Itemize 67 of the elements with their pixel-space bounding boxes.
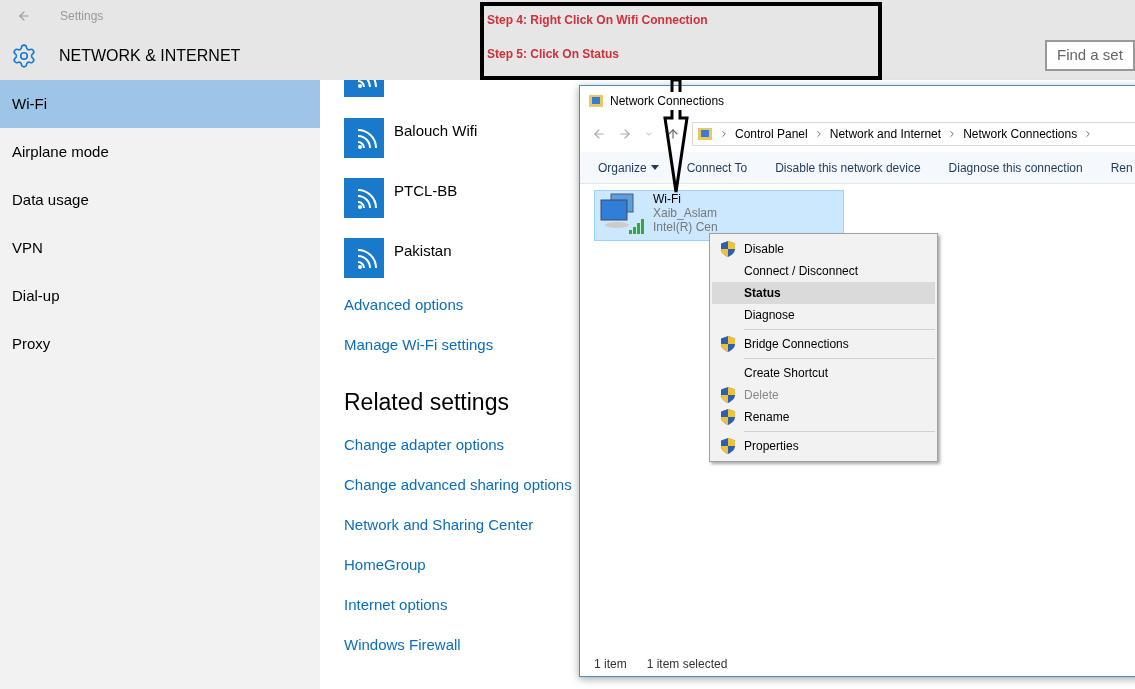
toolbar-button[interactable]: Disable this network device — [775, 158, 921, 177]
breadcrumb-item[interactable]: Network and Internet — [829, 125, 942, 143]
section-title: NETWORK & INTERNET — [59, 46, 241, 66]
menu-item[interactable]: Disable — [712, 238, 935, 260]
network-computer-icon — [599, 192, 645, 236]
toolbar-button[interactable]: Ren — [1110, 158, 1133, 177]
sidebar-item[interactable]: Dial-up — [0, 272, 320, 320]
sidebar-item[interactable]: Proxy — [0, 320, 320, 368]
toolbar-button[interactable]: Connect To — [686, 158, 748, 177]
toolbar-button[interactable]: Diagnose this connection — [948, 158, 1083, 177]
sidebar-item[interactable]: Wi-Fi — [0, 80, 320, 128]
sidebar-item[interactable]: Data usage — [0, 176, 320, 224]
settings-link[interactable]: Windows Firewall — [344, 633, 572, 655]
back-icon[interactable] — [17, 9, 31, 23]
section-heading: Related settings — [344, 388, 510, 417]
network-folder-icon — [588, 93, 604, 109]
settings-link[interactable]: Manage Wi-Fi settings — [344, 334, 572, 355]
menu-item[interactable]: Bridge Connections — [712, 333, 935, 355]
shield-icon — [721, 438, 735, 454]
menu-item[interactable]: Properties — [712, 435, 935, 457]
step-text: Step 4: Right Click On Wifi Connection — [487, 12, 709, 28]
settings-icon — [11, 43, 37, 69]
wifi-icon — [344, 238, 384, 278]
breadcrumb-item[interactable]: Control Panel — [735, 125, 808, 143]
wifi-icon — [344, 178, 384, 218]
menu-item[interactable]: Create Shortcut — [712, 362, 935, 384]
connection-adapter: Intel(R) Cen — [653, 220, 718, 234]
step-text: Step 5: Click On Status — [487, 46, 621, 62]
address-bar[interactable]: Control Panel Network and Internet Network Connections — [692, 122, 1135, 146]
settings-link[interactable]: Network and Sharing Center — [344, 513, 572, 535]
menu-item[interactable]: Diagnose — [712, 304, 935, 326]
dropdown-icon — [650, 165, 659, 170]
connection-network: Xaib_Aslam — [653, 206, 718, 220]
up-icon[interactable] — [666, 127, 680, 141]
status-text: 1 item selected — [646, 656, 728, 673]
network-name[interactable]: Pakistan — [394, 240, 452, 263]
settings-link[interactable]: Advanced options — [344, 294, 572, 315]
back-icon[interactable] — [592, 127, 606, 141]
sidebar-item[interactable]: VPN — [0, 224, 320, 272]
recent-icon[interactable] — [644, 129, 654, 139]
settings-link[interactable]: Internet options — [344, 593, 572, 615]
menu-item[interactable]: Rename — [712, 406, 935, 428]
network-name[interactable]: Balouch Wifi — [394, 120, 478, 143]
wifi-icon — [344, 80, 384, 97]
settings-link[interactable]: Change adapter options — [344, 433, 572, 455]
shield-icon — [721, 241, 735, 257]
shield-icon — [721, 387, 735, 403]
connection-name: Wi-Fi — [653, 192, 682, 206]
chevron-icon — [719, 129, 729, 139]
wifi-icon — [344, 118, 384, 158]
breadcrumb-item[interactable]: Network Connections — [963, 125, 1078, 143]
network-folder-icon — [697, 126, 713, 142]
menu-item[interactable]: Status — [712, 282, 935, 304]
toolbar-button[interactable]: Organize — [598, 158, 659, 177]
settings-link[interactable]: HomeGroup — [344, 553, 572, 575]
shield-icon — [721, 409, 735, 425]
connection-item[interactable]: Wi-Fi Xaib_Aslam Intel(R) Cen — [594, 190, 844, 241]
network-name[interactable]: PTCL-BB — [394, 180, 458, 203]
window-title: Network Connections — [610, 92, 725, 110]
search-field[interactable]: Find a set — [1045, 40, 1135, 71]
settings-link[interactable]: Change advanced sharing options — [344, 473, 572, 495]
sidebar-item[interactable]: Airplane mode — [0, 128, 320, 176]
window-title: Settings — [60, 8, 104, 25]
shield-icon — [721, 336, 735, 352]
forward-icon[interactable] — [618, 127, 632, 141]
menu-item[interactable]: Connect / Disconnect — [712, 260, 935, 282]
status-text: 1 item — [594, 656, 627, 673]
